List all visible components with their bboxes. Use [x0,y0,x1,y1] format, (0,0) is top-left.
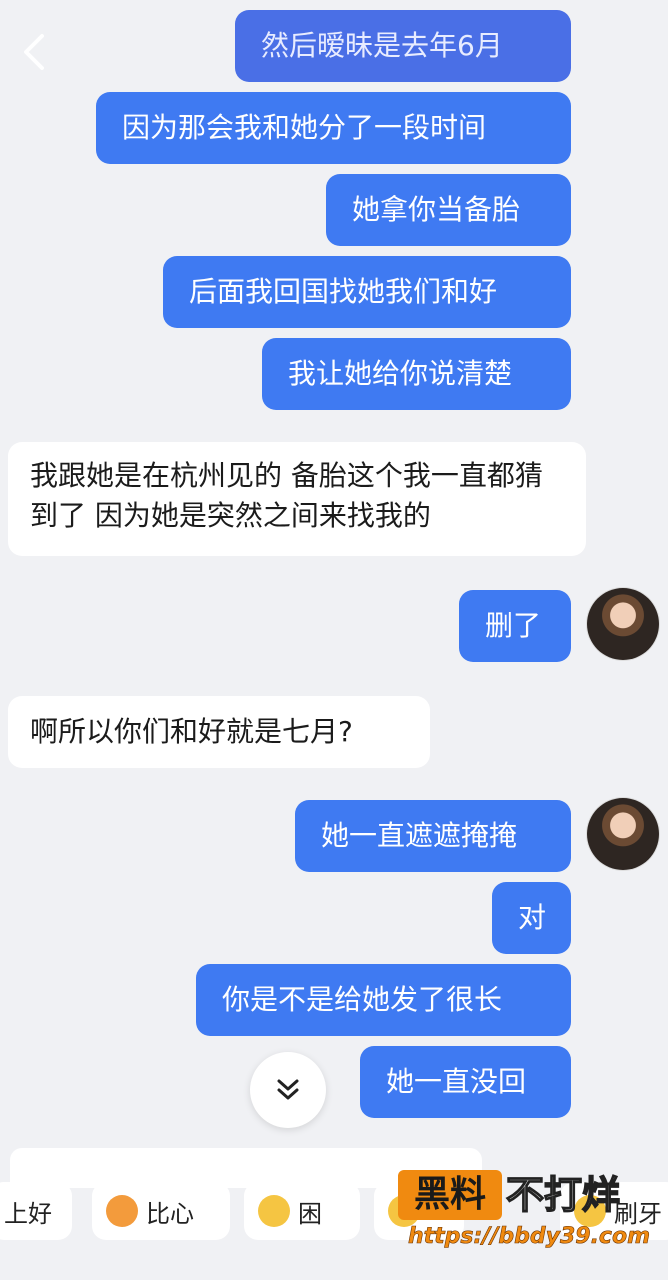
sleepy-emoji-icon [258,1195,290,1227]
message-outgoing[interactable]: 对 [492,882,571,954]
message-text: 删了 [485,609,542,642]
message-outgoing[interactable]: 后面我回国找她我们和好 [163,256,571,328]
message-outgoing[interactable]: 她一直遮遮掩掩 [295,800,571,872]
message-incoming[interactable]: 我跟她是在杭州见的 备胎这个我一直都猜到了 因为她是突然之间来找我的 [8,442,586,556]
user-avatar[interactable] [587,588,659,660]
message-outgoing[interactable]: 因为那会我和她分了一段时间 [96,92,571,164]
message-text: 对 [518,901,547,934]
message-text: 我跟她是在杭州见的 备胎这个我一直都猜到了 因为她是突然之间来找我的 [30,459,543,532]
heart-hands-emoji-icon [106,1195,138,1227]
message-text: 我让她给你说清楚 [288,357,513,390]
double-chevron-down-icon [277,1079,299,1100]
quick-reply-chip[interactable]: 比心 [92,1182,230,1240]
watermark: 黑料 不打烊 https://bbdy39.com [398,1164,660,1254]
message-outgoing[interactable]: 然后暧昧是去年6月 [235,10,571,82]
message-outgoing[interactable]: 她一直没回 [360,1046,571,1118]
quick-reply-label: 比心 [146,1199,194,1228]
chat-view: 然后暧昧是去年6月 因为那会我和她分了一段时间 她拿你当备胎 后面我回国找她我们… [0,0,668,1280]
scroll-to-bottom-button[interactable] [250,1052,326,1128]
bottom-strip [0,1252,668,1280]
chevron-left-icon [24,34,44,70]
message-outgoing[interactable]: 我让她给你说清楚 [262,338,571,410]
message-text: 然后暧昧是去年6月 [261,29,503,62]
message-text: 她一直没回 [386,1065,527,1098]
message-text: 后面我回国找她我们和好 [189,275,498,308]
watermark-text: 不打烊 [505,1172,621,1218]
watermark-logo-box: 黑料 [398,1170,502,1220]
quick-reply-chip[interactable]: 上好 [0,1182,72,1240]
quick-reply-label: 上好 [4,1199,52,1228]
message-text: 你是不是给她发了很长 [222,983,503,1016]
message-outgoing[interactable]: 她拿你当备胎 [326,174,571,246]
user-avatar[interactable] [587,798,659,870]
quick-reply-chip[interactable]: 困 [244,1182,360,1240]
quick-reply-label: 困 [298,1199,322,1228]
back-button[interactable] [14,30,58,74]
message-outgoing[interactable]: 你是不是给她发了很长 [196,964,571,1036]
message-text: 因为那会我和她分了一段时间 [122,111,487,144]
message-text: 她拿你当备胎 [352,193,521,226]
message-text: 啊所以你们和好就是七月? [30,715,353,748]
message-incoming[interactable]: 啊所以你们和好就是七月? [8,696,430,768]
message-outgoing[interactable]: 删了 [459,590,571,662]
watermark-url: https://bbdy39.com [407,1224,651,1250]
message-text: 她一直遮遮掩掩 [321,819,518,852]
